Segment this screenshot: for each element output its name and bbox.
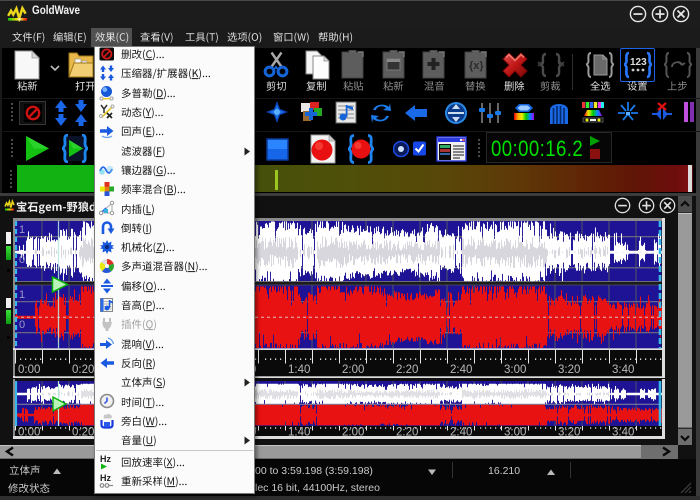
svg-text:Hz: Hz [100,473,111,483]
svg-text:3:20: 3:20 [558,427,580,437]
svg-text:3:00: 3:00 [504,364,526,376]
svg-text:0: 0 [19,254,25,266]
svg-text:2:20: 2:20 [396,427,418,437]
svg-text:3:40: 3:40 [612,427,634,437]
svg-text:Hz: Hz [100,454,111,464]
svg-text:1:40: 1:40 [288,364,310,376]
svg-text:1: 1 [19,224,25,236]
svg-text:2:40: 2:40 [450,427,472,437]
svg-text:3:00: 3:00 [504,427,526,437]
svg-text:{x}: {x} [469,60,484,72]
svg-text:0:20: 0:20 [72,427,94,437]
svg-text:3:40: 3:40 [612,364,634,376]
svg-text:3:20: 3:20 [558,364,580,376]
svg-text:0: 0 [19,319,25,331]
svg-text:2:00: 2:00 [342,427,364,437]
svg-text:1:40: 1:40 [288,427,310,437]
svg-text:0:00: 0:00 [18,427,40,437]
svg-text:0:00: 0:00 [18,364,40,376]
svg-text:2:20: 2:20 [396,364,418,376]
svg-text:1: 1 [19,289,25,301]
svg-text:0:20: 0:20 [72,364,94,376]
svg-text:2:40: 2:40 [450,364,472,376]
svg-text:2:00: 2:00 [342,364,364,376]
